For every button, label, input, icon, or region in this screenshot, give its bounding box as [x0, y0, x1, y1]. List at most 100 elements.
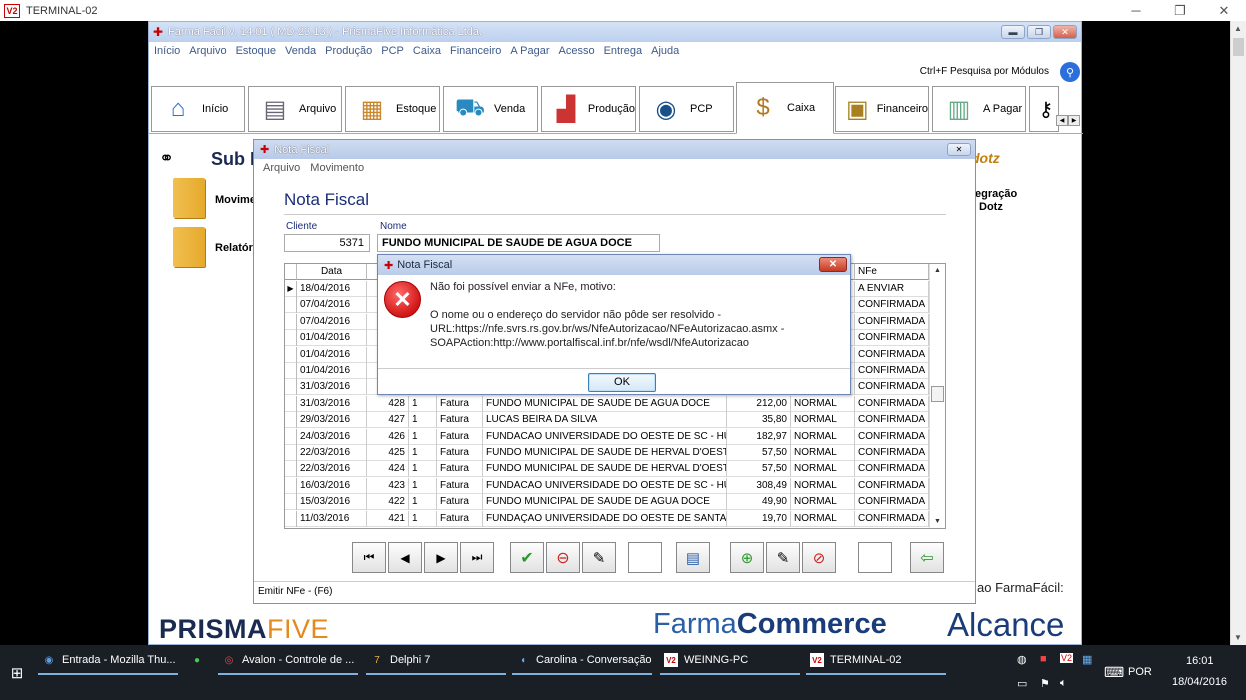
taskbar-item-weinng[interactable]: V2 WEINNG-PC — [660, 645, 800, 675]
nf-close-button[interactable]: ✕ — [947, 143, 971, 156]
cliente-field[interactable]: 5371 — [284, 234, 370, 252]
first-record-button[interactable]: ⏮ — [352, 542, 386, 573]
tab-producao[interactable]: ▟ Produção — [541, 86, 636, 132]
nf-menu-arquivo[interactable]: Arquivo — [263, 162, 300, 174]
cell-nfe: CONFIRMADA — [855, 445, 929, 461]
menu-venda[interactable]: Venda — [285, 45, 316, 57]
ok-button[interactable]: OK — [588, 373, 656, 392]
clock-date[interactable]: 18/04/2016 — [1172, 676, 1227, 688]
tray-icon[interactable]: ■ — [1040, 653, 1047, 665]
table-row[interactable]: 24/03/2016 426 1 Fatura FUNDACAO UNIVERSIDAD… — [285, 428, 929, 445]
scroll-up-icon[interactable]: ▲ — [1234, 24, 1242, 33]
tab-arquivo[interactable]: ▤ Arquivo — [248, 86, 342, 132]
blank-button-2[interactable] — [858, 542, 892, 573]
table-row[interactable]: 11/03/2016 421 1 Fatura FUNDAÇAO UNIVERSIDAD… — [285, 510, 929, 527]
exit-button[interactable]: ⇦ — [910, 542, 944, 573]
tab-financeiro[interactable]: ▣ Financeiro — [835, 86, 929, 132]
scroll-down-icon[interactable]: ▼ — [1234, 633, 1242, 642]
clock-time[interactable]: 16:01 — [1186, 655, 1214, 667]
nf-menu-movimento[interactable]: Movimento — [310, 162, 364, 174]
taskbar-label: WEINNG-PC — [684, 654, 749, 666]
tab-inicio[interactable]: ⌂ Início — [151, 86, 245, 132]
table-row[interactable]: 29/03/2016 427 1 Fatura LUCAS BEIRA DA SILVA… — [285, 412, 929, 429]
tray-icon[interactable]: ◍ — [1017, 653, 1027, 666]
search-icon[interactable]: ⚲ — [1060, 62, 1080, 82]
last-record-button[interactable]: ⏭ — [460, 542, 494, 573]
grid-scrollbar[interactable]: ▲ ▼ — [929, 264, 945, 528]
app-minimize-button[interactable]: ▬ — [1001, 25, 1025, 39]
taskbar-item-chrome[interactable]: ◎ Avalon - Controle de ... — [218, 645, 358, 675]
confirm-button[interactable]: ✔ — [510, 542, 544, 573]
tab-estoque[interactable]: ▦ Estoque — [345, 86, 440, 132]
taskbar-item-terminal[interactable]: V2 TERMINAL-02 — [806, 645, 946, 675]
cell-num: 421 — [367, 510, 409, 527]
tab-a-pagar[interactable]: ▥ A Pagar — [932, 86, 1026, 132]
keyboard-icon[interactable]: ⌨ — [1104, 664, 1124, 681]
blank-button[interactable] — [628, 542, 662, 573]
folder-icon[interactable] — [173, 178, 205, 218]
minimize-button[interactable]: ─ — [1114, 0, 1158, 21]
menu-a-pagar[interactable]: A Pagar — [510, 45, 549, 57]
menu-producao[interactable]: Produção — [325, 45, 372, 57]
tab-scroll-left-icon[interactable]: ◀ — [1056, 115, 1068, 126]
table-row[interactable]: 22/03/2016 424 1 Fatura FUNDO MUNICIPAL DE S… — [285, 461, 929, 478]
taskbar-item-thunderbird[interactable]: ◉ Entrada - Mozilla Thu... — [38, 645, 178, 675]
tab-venda[interactable]: ⛟ Venda — [443, 86, 538, 132]
app-close-button[interactable]: ✕ — [1053, 25, 1077, 39]
dialog-close-button[interactable]: ✕ — [819, 257, 847, 272]
tray-icon[interactable]: ▦ — [1082, 653, 1092, 666]
integration-label[interactable]: egração Dotz — [975, 188, 1017, 214]
menu-caixa[interactable]: Caixa — [413, 45, 441, 57]
table-row[interactable]: 16/03/2016 423 1 Fatura FUNDACAO UNIVERSIDAD… — [285, 477, 929, 494]
tab-pcp[interactable]: ◉ PCP — [639, 86, 734, 132]
menu-estoque[interactable]: Estoque — [236, 45, 276, 57]
windows-start-icon[interactable]: ⊞ — [0, 645, 34, 700]
col-header-nfe[interactable]: NFe — [855, 264, 929, 280]
tab-scroll-right-icon[interactable]: ▶ — [1068, 115, 1080, 126]
nome-field[interactable]: FUNDO MUNICIPAL DE SAUDE DE AGUA DOCE — [377, 234, 660, 252]
menu-financeiro[interactable]: Financeiro — [450, 45, 501, 57]
col-header-data[interactable]: Data — [297, 264, 367, 280]
menu-ajuda[interactable]: Ajuda — [651, 45, 679, 57]
tab-next-partial[interactable]: ⚷ — [1029, 86, 1059, 132]
table-row[interactable]: 22/03/2016 425 1 Fatura FUNDO MUNICIPAL DE S… — [285, 445, 929, 461]
cancel-button[interactable]: ⊖ — [546, 542, 580, 573]
restore-button[interactable]: ❐ — [1158, 0, 1202, 21]
tab-caixa[interactable]: $ Caixa — [736, 82, 834, 134]
cell-valor: 182,97 — [727, 428, 791, 445]
language-indicator[interactable]: POR — [1128, 666, 1152, 678]
module-search-label: Ctrl+F Pesquisa por Módulos — [919, 66, 1049, 77]
menu-pcp[interactable]: PCP — [381, 45, 404, 57]
table-row[interactable]: 15/03/2016 422 1 Fatura FUNDO MUNICIPAL DE S… — [285, 494, 929, 511]
next-record-button[interactable]: ▶ — [424, 542, 458, 573]
folder-icon[interactable] — [173, 227, 205, 267]
submodule-movimento[interactable]: Movime — [215, 194, 256, 206]
submodule-relatorio[interactable]: Relatóri — [215, 242, 256, 254]
scroll-thumb[interactable] — [931, 386, 944, 402]
edit-button[interactable]: ✎ — [766, 542, 800, 573]
menu-inicio[interactable]: Início — [154, 45, 180, 57]
taskbar-item-delphi[interactable]: 7 Delphi 7 — [366, 645, 506, 675]
delete-button[interactable]: ⊘ — [802, 542, 836, 573]
taskbar-item-chat[interactable]: ◖ Carolina - Conversação — [512, 645, 652, 675]
close-button[interactable]: ✕ — [1202, 0, 1246, 21]
taskbar-item-green-app[interactable]: ● — [186, 645, 214, 675]
add-button[interactable]: ⊕ — [730, 542, 764, 573]
flag-icon[interactable]: ⚑ — [1040, 677, 1050, 690]
prev-record-button[interactable]: ◀ — [388, 542, 422, 573]
print-button[interactable]: ▤ — [676, 542, 710, 573]
menu-acesso[interactable]: Acesso — [559, 45, 595, 57]
nf-heading: Nota Fiscal — [284, 190, 370, 209]
scroll-up-icon[interactable]: ▲ — [934, 267, 941, 274]
menu-arquivo[interactable]: Arquivo — [189, 45, 226, 57]
menu-entrega[interactable]: Entrega — [604, 45, 643, 57]
edit-pen-button[interactable]: ✎ — [582, 542, 616, 573]
network-icon[interactable]: ▭ — [1017, 677, 1027, 690]
app-restore-button[interactable]: ❐ — [1027, 25, 1051, 39]
scroll-thumb[interactable] — [1233, 38, 1244, 56]
volume-icon[interactable]: 🔈︎ — [1060, 677, 1067, 690]
tray-icon[interactable]: V2 — [1060, 653, 1074, 663]
remote-scrollbar[interactable]: ▲ ▼ — [1230, 21, 1246, 645]
table-row[interactable]: 31/03/2016 428 1 Fatura FUNDO MUNICIPAL DE S… — [285, 395, 929, 412]
scroll-down-icon[interactable]: ▼ — [934, 518, 941, 525]
